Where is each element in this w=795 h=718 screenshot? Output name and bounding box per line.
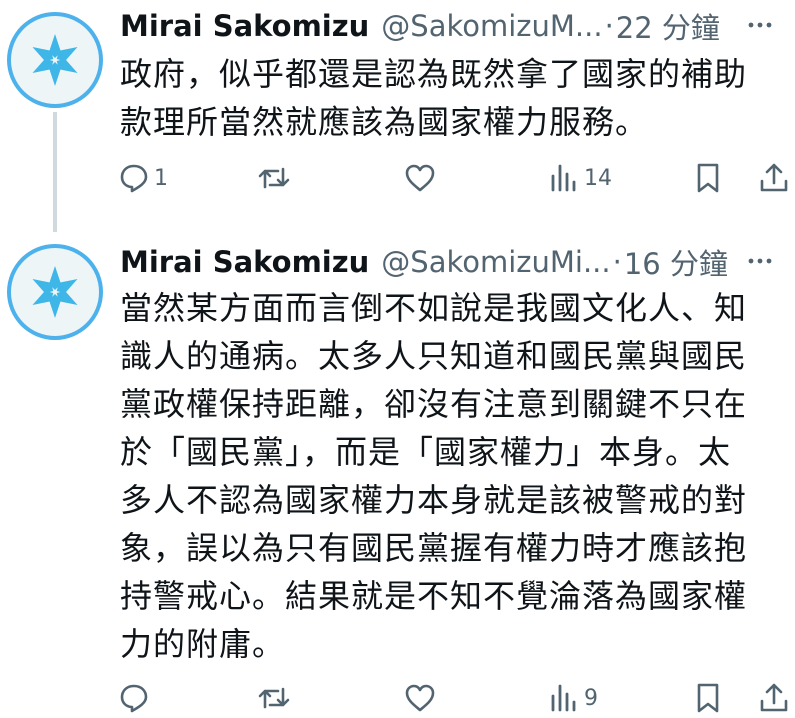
bookmark-button[interactable] <box>692 678 724 718</box>
snowflake-logo-icon <box>29 34 81 86</box>
bookmark-icon <box>697 683 719 713</box>
tweet-text: 政府，似乎都還是認為既然拿了國家的補助 款理所當然就應該為國家權力服務。 <box>120 55 748 141</box>
views-count: 9 <box>584 685 598 711</box>
retweet-button[interactable] <box>258 158 290 198</box>
author-handle[interactable]: @SakomizuMi... <box>381 245 610 279</box>
share-button[interactable] <box>758 158 790 198</box>
like-icon <box>405 684 435 712</box>
share-button[interactable] <box>758 678 790 718</box>
bookmark-icon <box>697 163 719 193</box>
retweet-icon <box>258 167 290 189</box>
reply-button[interactable]: 1 <box>118 158 168 198</box>
avatar[interactable] <box>7 12 103 108</box>
tweet-text: 當然某方面而言倒不如說是我國文化人、知 識人的通病。太多人只知道和國民黨與國民 … <box>120 289 748 663</box>
more-icon[interactable] <box>745 10 775 40</box>
tweet-actions: 9 <box>118 678 790 718</box>
reply-icon <box>120 164 148 193</box>
tweet-header: Mirai Sakomizu @SakomizuMi... · 16 分鐘 <box>120 242 779 282</box>
views-icon <box>551 164 576 192</box>
avatar[interactable] <box>7 244 103 340</box>
author-name[interactable]: Mirai Sakomizu <box>120 245 369 279</box>
author-name[interactable]: Mirai Sakomizu <box>120 9 369 43</box>
retweet-button[interactable] <box>258 678 290 718</box>
share-icon <box>760 683 788 712</box>
separator-dot: · <box>604 9 614 43</box>
tweet-actions: 1 14 <box>118 158 790 198</box>
timestamp[interactable]: 22 分鐘 <box>616 5 720 47</box>
like-icon <box>405 164 435 192</box>
views-icon <box>551 684 576 712</box>
more-icon[interactable] <box>745 246 775 276</box>
like-button[interactable] <box>404 678 436 718</box>
retweet-icon <box>258 687 290 709</box>
views-button[interactable]: 9 <box>548 678 598 718</box>
tweet-header: Mirai Sakomizu @SakomizuM... · 22 分鐘 <box>120 6 779 46</box>
snowflake-logo-icon <box>29 266 81 318</box>
bookmark-button[interactable] <box>692 158 724 198</box>
share-icon <box>760 163 788 192</box>
reply-count: 1 <box>154 165 168 191</box>
timestamp[interactable]: 16 分鐘 <box>624 241 728 283</box>
views-button[interactable]: 14 <box>548 158 612 198</box>
tweet-1[interactable]: Mirai Sakomizu @SakomizuM... · 22 分鐘 政府，… <box>0 0 795 232</box>
like-button[interactable] <box>404 158 436 198</box>
reply-icon <box>120 684 148 713</box>
views-count: 14 <box>584 165 612 191</box>
separator-dot: · <box>612 245 622 279</box>
author-handle[interactable]: @SakomizuM... <box>381 9 602 43</box>
reply-button[interactable] <box>118 678 154 718</box>
tweet-2[interactable]: Mirai Sakomizu @SakomizuMi... · 16 分鐘 當然… <box>0 232 795 714</box>
